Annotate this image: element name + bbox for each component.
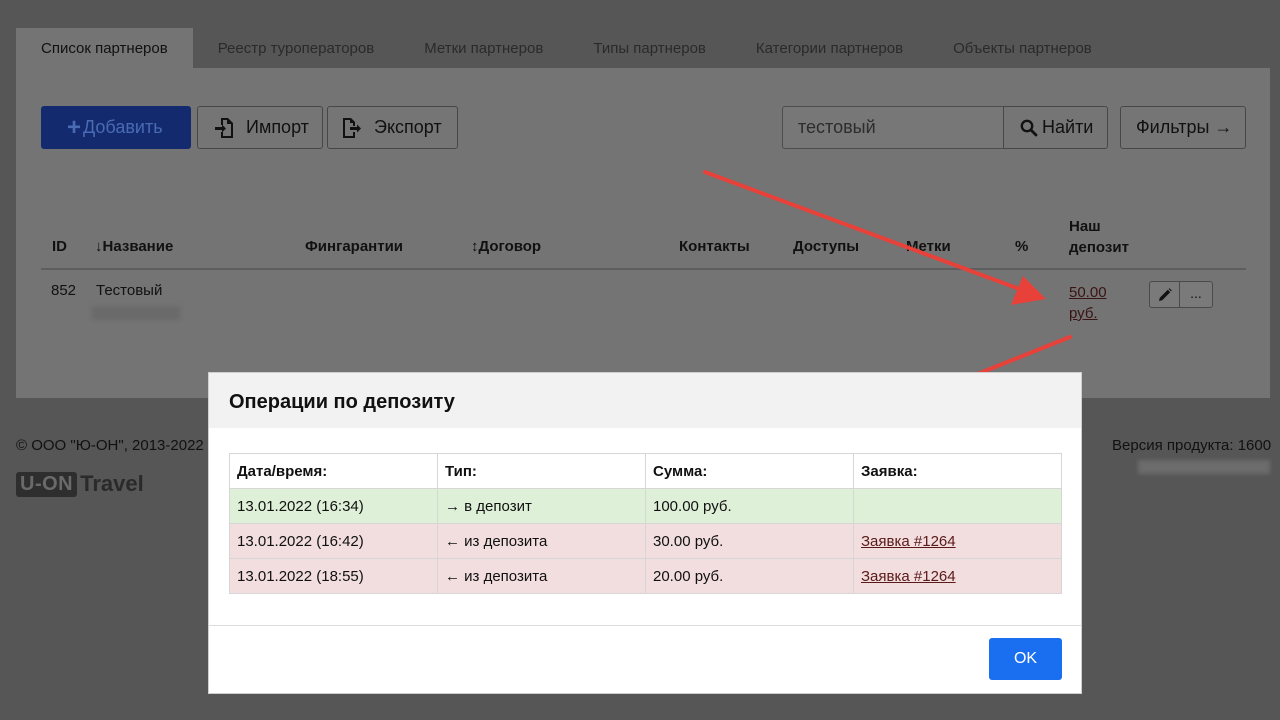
- footer-copyright: © ООО "Ю-ОН", 2013-2022: [16, 437, 204, 454]
- column-header-contacts: Контакты: [679, 238, 750, 255]
- order-link[interactable]: Заявка #1264: [861, 568, 956, 585]
- column-header-percent: %: [1015, 238, 1029, 255]
- add-button[interactable]: + Добавить: [41, 106, 191, 149]
- blurred-subtext: [92, 306, 180, 320]
- cell-order: [853, 488, 1062, 524]
- filters-button[interactable]: Фильтры →: [1120, 106, 1246, 149]
- row-name[interactable]: Тестовый: [96, 282, 162, 299]
- table-row: 13.01.2022 (16:42) ← из депозита 30.00 р…: [229, 523, 1062, 559]
- column-header-id: ID: [52, 238, 67, 255]
- logo-box: U-ON: [16, 471, 78, 497]
- table-header-row: Дата/время: Тип: Сумма: Заявка:: [229, 453, 1062, 489]
- column-header-type: Тип:: [437, 453, 646, 489]
- cell-amount: 30.00 руб.: [645, 523, 854, 559]
- column-header-guarantees: Фингарантии: [305, 238, 404, 255]
- modal-header: Операции по депозиту: [209, 373, 1081, 428]
- table-row: 13.01.2022 (18:55) ← из депозита 20.00 р…: [229, 558, 1062, 594]
- deposit-link[interactable]: 50.00 руб.: [1069, 282, 1129, 324]
- column-header-deposit: Наш депозит: [1069, 218, 1129, 256]
- column-header-tags: Метки: [906, 238, 951, 255]
- table-row: 13.01.2022 (16:34) → в депозит 100.00 ру…: [229, 488, 1062, 524]
- ok-button[interactable]: OK: [989, 638, 1062, 680]
- deposit-operations-table: Дата/время: Тип: Сумма: Заявка: 13.01.20…: [229, 453, 1062, 594]
- tab-partner-categories[interactable]: Категории партнеров: [731, 28, 928, 68]
- tab-bar: Список партнеров Реестр туроператоров Ме…: [16, 28, 1270, 68]
- header-divider: [41, 268, 1246, 270]
- cell-datetime: 13.01.2022 (16:42): [229, 523, 438, 559]
- import-button[interactable]: Импорт: [197, 106, 323, 149]
- edit-button[interactable]: [1149, 281, 1180, 308]
- column-header-access: Доступы: [793, 238, 860, 255]
- cell-order: Заявка #1264: [853, 558, 1062, 594]
- deposit-operations-modal: Операции по депозиту Дата/время: Тип: Су…: [208, 372, 1082, 694]
- cell-type: ← из депозита: [437, 523, 646, 559]
- export-button[interactable]: Экспорт: [327, 106, 458, 149]
- tab-partner-tags[interactable]: Метки партнеров: [399, 28, 568, 68]
- tab-partner-types[interactable]: Типы партнеров: [568, 28, 731, 68]
- order-link[interactable]: Заявка #1264: [861, 533, 956, 550]
- blurred-footer-text: [1138, 460, 1270, 474]
- cell-order: Заявка #1264: [853, 523, 1062, 559]
- add-button-label: Добавить: [83, 117, 163, 137]
- pencil-icon: [1158, 287, 1172, 301]
- plus-icon: +: [67, 113, 82, 141]
- tab-partner-objects[interactable]: Объекты партнеров: [928, 28, 1117, 68]
- export-button-label: Экспорт: [374, 117, 442, 137]
- search-icon: [1020, 119, 1038, 136]
- find-button[interactable]: Найти: [1003, 106, 1108, 149]
- column-header-contract[interactable]: ↕Договор: [471, 238, 541, 255]
- search-input[interactable]: тестовый: [782, 106, 1004, 149]
- modal-footer-divider: [209, 625, 1081, 626]
- tab-partner-list[interactable]: Список партнеров: [16, 28, 193, 68]
- footer-version: Версия продукта: 1600: [1112, 437, 1272, 454]
- cell-type: ← из депозита: [437, 558, 646, 594]
- file-export-icon: [343, 117, 361, 138]
- logo-text: Travel: [80, 471, 144, 496]
- file-import-icon: [215, 117, 233, 138]
- column-header-name[interactable]: ↓Название: [95, 238, 173, 255]
- cell-datetime: 13.01.2022 (18:55): [229, 558, 438, 594]
- column-header-datetime: Дата/время:: [229, 453, 438, 489]
- cell-type: → в депозит: [437, 488, 646, 524]
- column-header-amount: Сумма:: [645, 453, 854, 489]
- row-id: 852: [51, 282, 77, 299]
- cell-amount: 20.00 руб.: [645, 558, 854, 594]
- modal-title: Операции по депозиту: [229, 391, 455, 413]
- logo: U-ON Travel: [16, 471, 144, 497]
- cell-amount: 100.00 руб.: [645, 488, 854, 524]
- tab-tour-operator-registry[interactable]: Реестр туроператоров: [193, 28, 399, 68]
- more-actions-button[interactable]: ...: [1179, 281, 1213, 308]
- column-header-order: Заявка:: [853, 453, 1062, 489]
- cell-datetime: 13.01.2022 (16:34): [229, 488, 438, 524]
- find-button-label: Найти: [1042, 117, 1094, 137]
- import-button-label: Импорт: [246, 117, 309, 137]
